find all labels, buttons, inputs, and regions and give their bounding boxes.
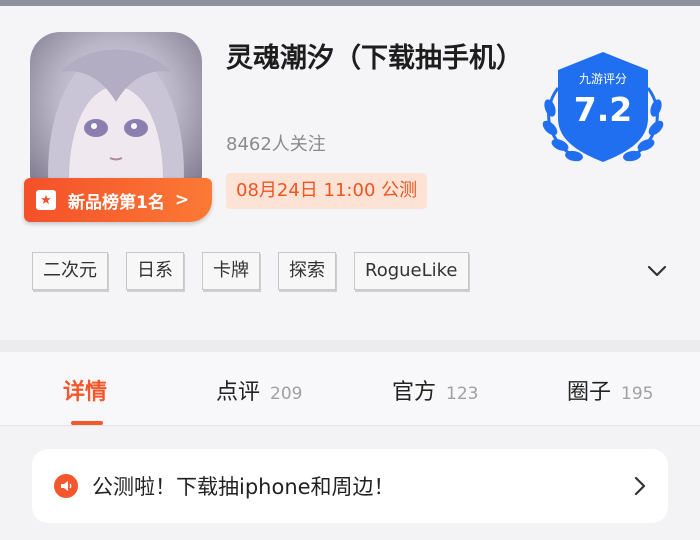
- announcement-card[interactable]: 公测啦！下载抽iphone和周边！: [32, 449, 668, 523]
- active-tab-indicator: [71, 421, 103, 425]
- score-badge[interactable]: 九游评分 7.2: [536, 48, 670, 168]
- section-divider: [0, 340, 700, 352]
- tab-label: 详情: [63, 380, 108, 405]
- tag-item[interactable]: 二次元: [32, 252, 108, 290]
- score-label: 九游评分: [578, 72, 627, 86]
- tag-list: 二次元 日系 卡牌 探索 RogueLike: [32, 252, 469, 290]
- chevron-right-icon: >: [174, 190, 190, 210]
- tab-reviews[interactable]: 点评 209: [216, 374, 302, 406]
- tab-official[interactable]: 官方 123: [392, 374, 478, 406]
- tab-label: 官方: [392, 380, 437, 405]
- game-title: 灵魂潮汐（下载抽手机）: [226, 43, 523, 74]
- score-value: 7.2: [573, 90, 633, 129]
- tab-details[interactable]: 详情: [63, 374, 107, 406]
- tag-item[interactable]: 卡牌: [202, 252, 260, 290]
- tab-count: 195: [621, 384, 654, 404]
- tag-item[interactable]: RogueLike: [354, 252, 469, 290]
- tab-label: 点评: [216, 380, 261, 405]
- tab-community[interactable]: 圈子 195: [567, 374, 653, 406]
- announcement-text: 公测啦！下载抽iphone和周边！: [92, 475, 395, 499]
- follower-count: 8462人关注: [226, 134, 326, 155]
- chevron-down-icon[interactable]: [646, 262, 668, 280]
- rank-badge[interactable]: ★ 新品榜第1名 >: [24, 178, 212, 222]
- tab-bar: 详情 点评 209 官方 123 圈子 195: [0, 352, 700, 426]
- chevron-right-icon: [634, 476, 646, 496]
- release-time-badge: 08月24日 11:00 公测: [226, 173, 428, 209]
- tag-item[interactable]: 探索: [278, 252, 336, 290]
- tab-count: 123: [446, 384, 479, 404]
- tab-label: 圈子: [567, 380, 612, 405]
- speaker-icon: [54, 474, 78, 498]
- tag-item[interactable]: 日系: [126, 252, 184, 290]
- tab-count: 209: [270, 384, 303, 404]
- rank-badge-label: 新品榜第1名: [68, 192, 165, 213]
- bookmark-icon: ★: [36, 190, 56, 210]
